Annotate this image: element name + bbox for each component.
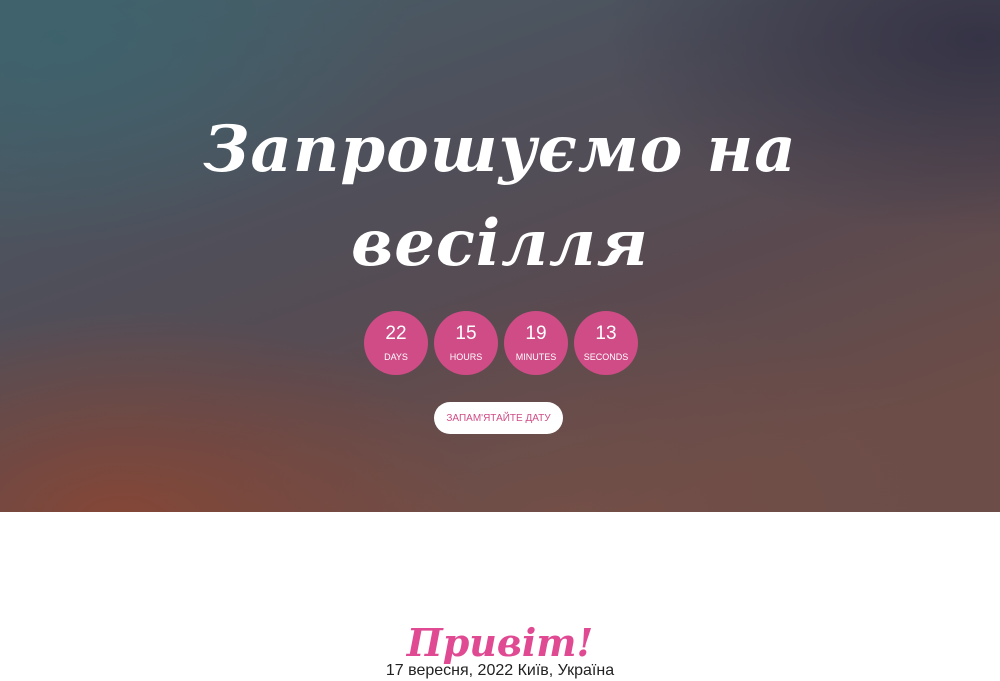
save-the-date-button[interactable]: Запам'ятайте дату: [434, 402, 563, 434]
countdown-minutes-label: MINUTES: [515, 352, 557, 362]
countdown-minutes-value: 19: [525, 323, 547, 344]
hero-title: Запрошуємо на весілля: [203, 111, 797, 281]
countdown-timer: 22 DAYS 15 HOURS 19 MINUTES 13 SECONDS: [364, 311, 640, 375]
countdown-seconds-label: SECONDS: [583, 352, 629, 362]
countdown-hours-value: 15: [455, 323, 477, 344]
event-date-location: 17 вересня, 2022 Київ, Україна: [385, 662, 615, 679]
greeting-heading: Привіт!: [406, 619, 594, 665]
countdown-hours-label: HOURS: [449, 352, 483, 362]
countdown-hours: 15 HOURS: [434, 311, 498, 375]
countdown-minutes: 19 MINUTES: [504, 311, 568, 375]
countdown-days-value: 22: [385, 323, 407, 344]
countdown-days-label: DAYS: [384, 352, 408, 362]
countdown-seconds-value: 13: [595, 323, 617, 344]
countdown-days: 22 DAYS: [364, 311, 428, 375]
countdown-seconds: 13 SECONDS: [574, 311, 638, 375]
hero-section: Запрошуємо на весілля 22 DAYS 15 HOURS 1…: [0, 0, 1000, 512]
